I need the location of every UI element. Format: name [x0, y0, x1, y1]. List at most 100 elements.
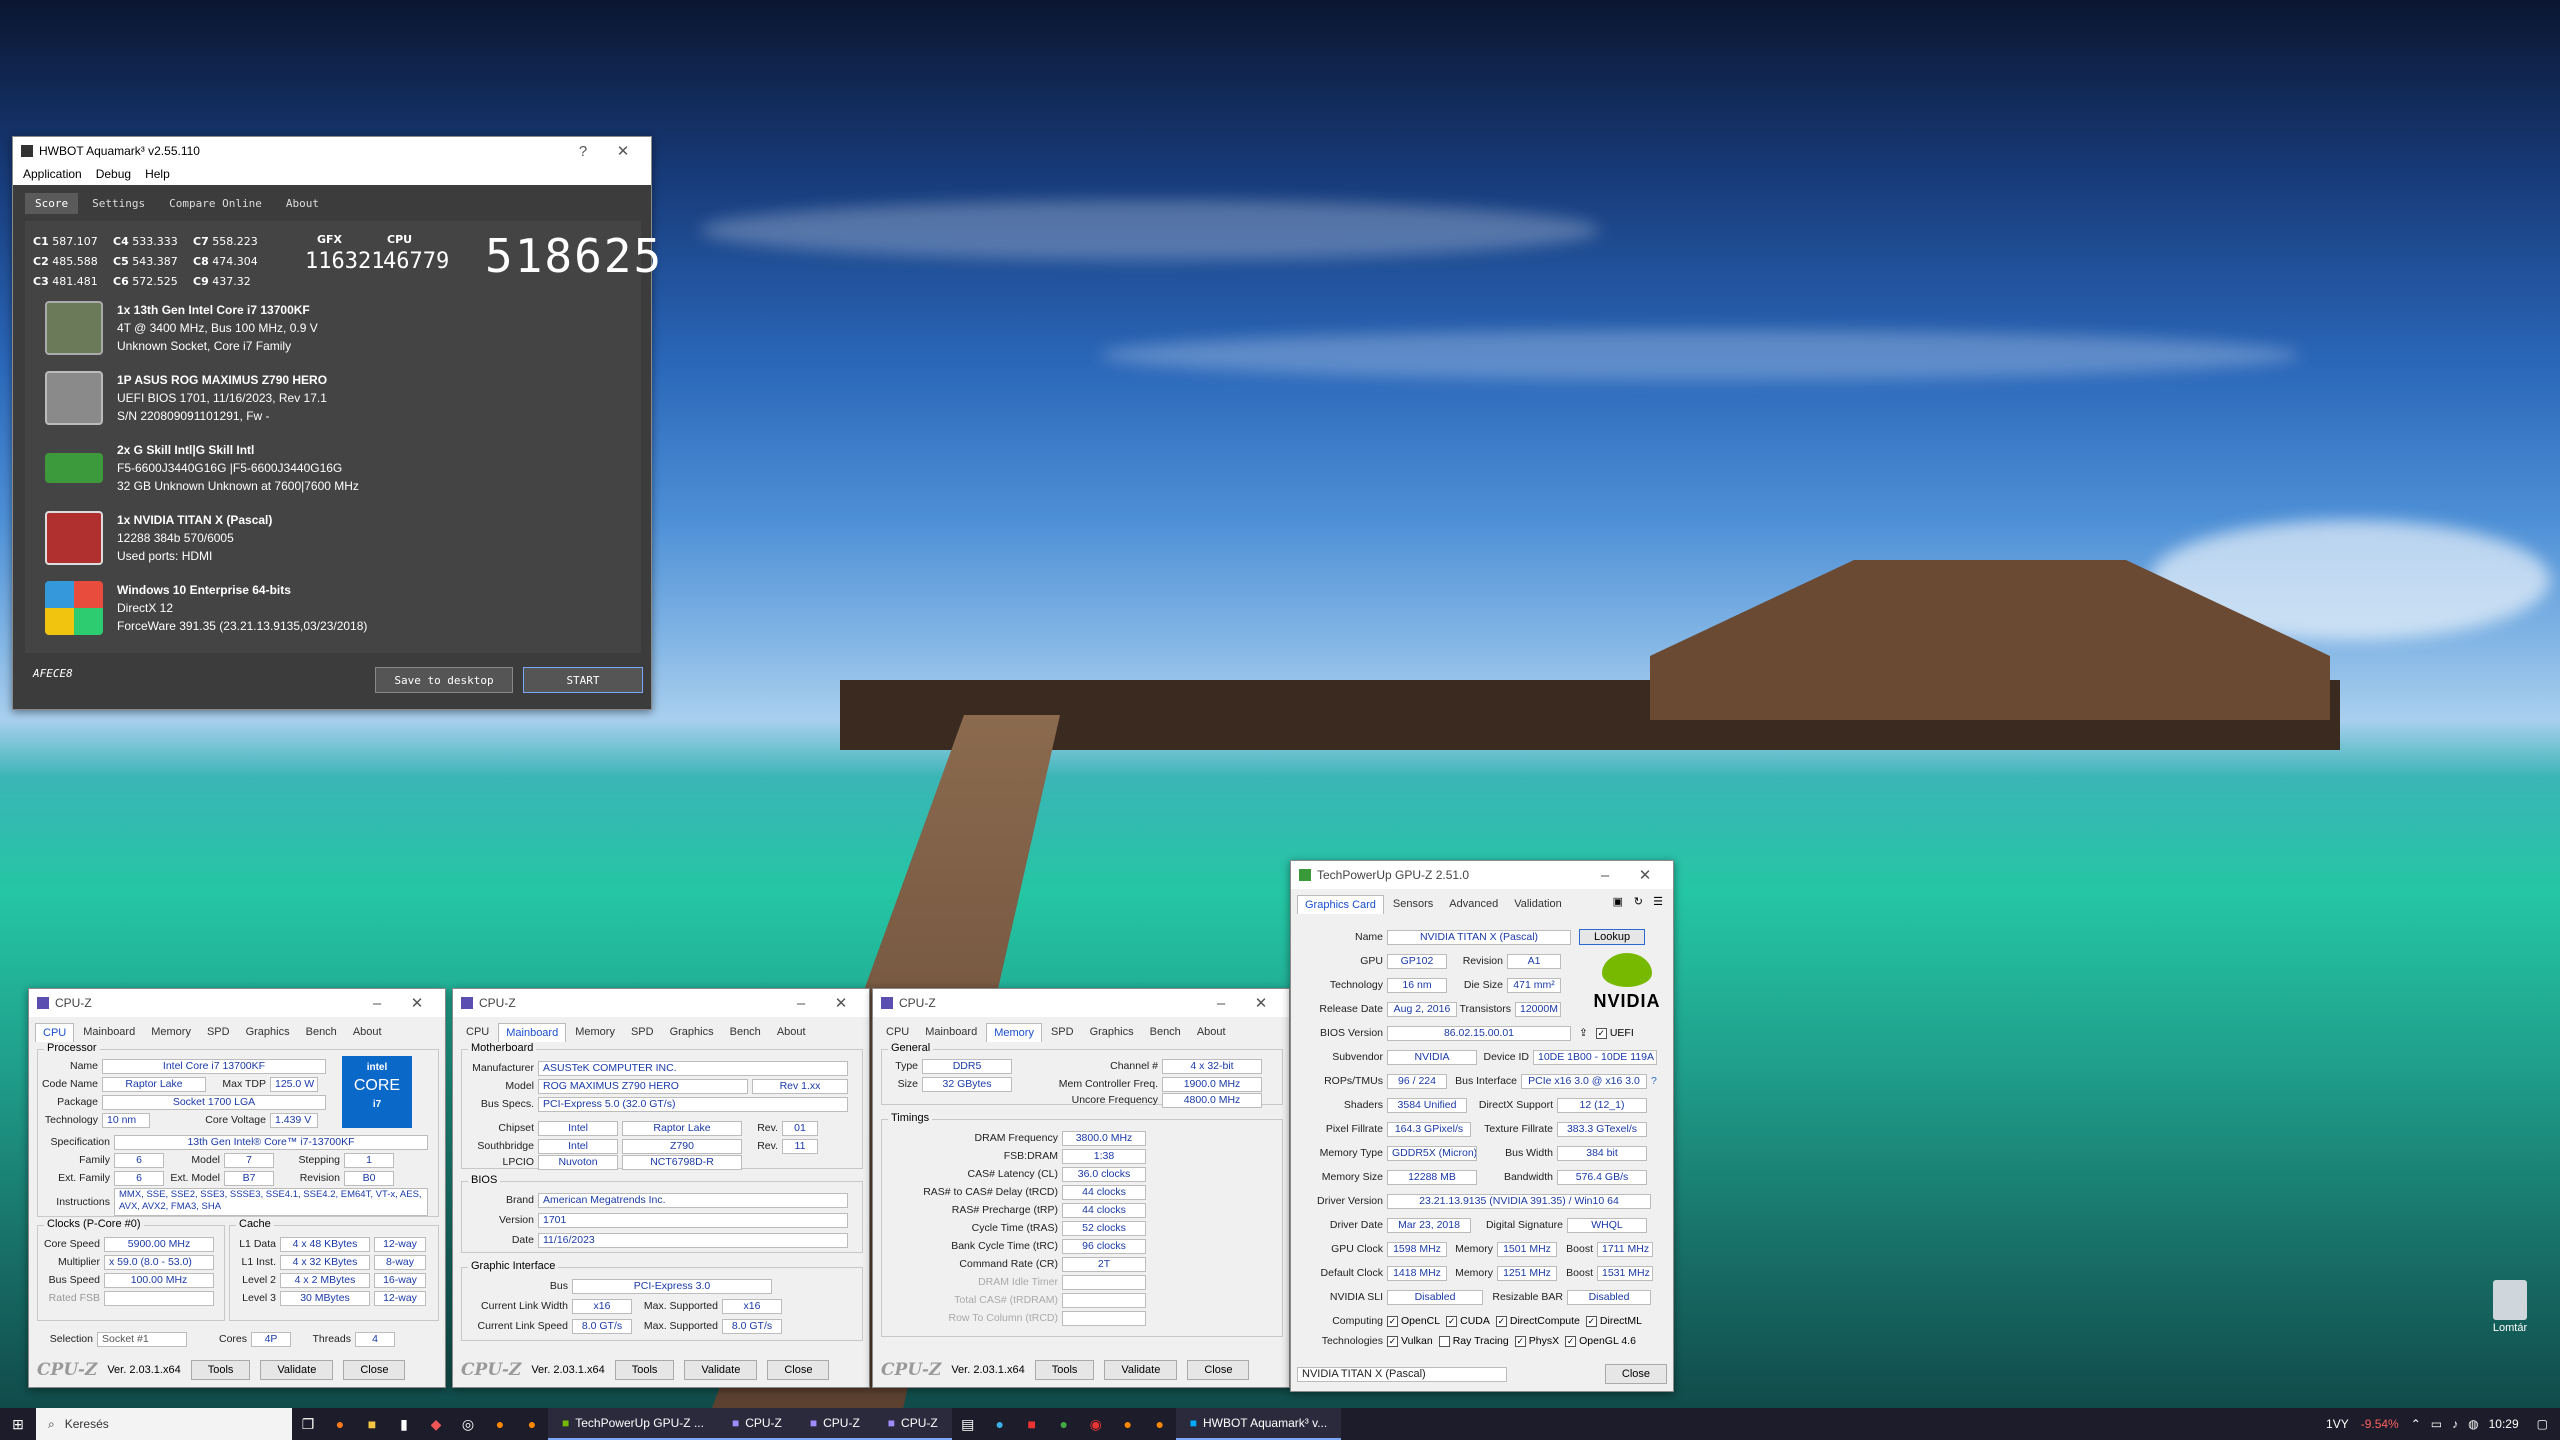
close-button[interactable]: ✕ [1241, 994, 1281, 1012]
tab-about[interactable]: About [346, 1023, 389, 1042]
gpuz-titlebar[interactable]: TechPowerUp GPU-Z 2.51.0 – ✕ [1291, 861, 1673, 889]
tab-spd[interactable]: SPD [624, 1023, 661, 1042]
app-icon[interactable]: ● [516, 1408, 548, 1440]
tab-memory[interactable]: Memory [144, 1023, 198, 1042]
edge-icon[interactable]: ● [984, 1408, 1016, 1440]
minimize-button[interactable]: – [357, 995, 397, 1012]
terminal-icon[interactable]: ▮ [388, 1408, 420, 1440]
save-to-desktop-button[interactable]: Save to desktop [375, 667, 513, 693]
tab-memory[interactable]: Memory [986, 1023, 1042, 1042]
tools-button[interactable]: Tools [190, 1360, 251, 1380]
tab-about[interactable]: About [276, 193, 329, 214]
chevron-up-icon[interactable]: ⌃ [2411, 1417, 2421, 1431]
cpuz3-titlebar[interactable]: CPU-Z – ✕ [873, 989, 1289, 1017]
close-button[interactable]: ✕ [397, 994, 437, 1012]
file-explorer-icon[interactable]: ■ [356, 1408, 388, 1440]
taskbar-app-cpuz[interactable]: ■ CPU-Z [873, 1408, 952, 1440]
tab-bench[interactable]: Bench [1143, 1023, 1188, 1042]
app-icon[interactable]: ■ [1016, 1408, 1048, 1440]
close-button[interactable]: Close [1187, 1360, 1250, 1380]
notification-icon[interactable]: ▢ [2537, 1417, 2548, 1431]
aquamark-window[interactable]: HWBOT Aquamark³ v2.55.110 ? ✕ Applicatio… [12, 136, 661, 710]
tab-about[interactable]: About [1190, 1023, 1233, 1042]
close-button[interactable]: Close [767, 1360, 830, 1380]
app-icon[interactable]: ● [1144, 1408, 1176, 1440]
cpuz-memory-window[interactable]: CPU-Z – ✕ CPU Mainboard Memory SPD Graph… [872, 988, 1290, 1388]
tab-mainboard[interactable]: Mainboard [498, 1023, 567, 1042]
tab-mainboard[interactable]: Mainboard [918, 1023, 984, 1042]
close-button[interactable]: Close [343, 1360, 406, 1380]
task-view-icon[interactable]: ❐ [292, 1408, 324, 1440]
app-icon[interactable]: ● [484, 1408, 516, 1440]
tab-sensors[interactable]: Sensors [1386, 895, 1440, 914]
tab-memory[interactable]: Memory [568, 1023, 622, 1042]
cpuz-mainboard-window[interactable]: CPU-Z – ✕ CPU Mainboard Memory SPD Graph… [452, 988, 870, 1388]
gpuz-close-button[interactable]: Close [1604, 1364, 1667, 1384]
app-icon[interactable]: ◉ [1080, 1408, 1112, 1440]
camera-icon[interactable]: ▣ [1613, 895, 1623, 908]
tab-cpu[interactable]: CPU [879, 1023, 916, 1042]
app-icon[interactable]: ● [1048, 1408, 1080, 1440]
start-button[interactable]: START [523, 667, 643, 693]
recycle-bin-icon[interactable]: Lomtár [2480, 1280, 2540, 1340]
tab-compare-online[interactable]: Compare Online [159, 193, 272, 214]
volume-icon[interactable]: ♪ [2452, 1417, 2458, 1431]
globe-icon[interactable]: ◍ [2468, 1417, 2478, 1431]
app-icon[interactable]: ◆ [420, 1408, 452, 1440]
tab-settings[interactable]: Settings [82, 193, 155, 214]
close-button[interactable]: ✕ [603, 142, 643, 160]
minimize-button[interactable]: – [1201, 995, 1241, 1012]
taskbar-app-aquamark[interactable]: ■ HWBOT Aquamark³ v... [1175, 1408, 1342, 1440]
tab-mainboard[interactable]: Mainboard [76, 1023, 142, 1042]
tab-cpu[interactable]: CPU [459, 1023, 496, 1042]
taskbar-app-cpuz[interactable]: ■ CPU-Z [795, 1408, 874, 1440]
language-indicator[interactable]: 1VY [2326, 1417, 2349, 1431]
share-icon[interactable]: ⇪ [1579, 1027, 1588, 1039]
network-icon[interactable]: ▭ [2431, 1417, 2442, 1431]
app-icon[interactable]: ▤ [952, 1408, 984, 1440]
lookup-button[interactable]: Lookup [1579, 929, 1646, 945]
tab-graphics[interactable]: Graphics [1083, 1023, 1141, 1042]
menu-icon[interactable]: ☰ [1653, 895, 1663, 908]
cpuz2-titlebar[interactable]: CPU-Z – ✕ [453, 989, 869, 1017]
tab-graphics[interactable]: Graphics [663, 1023, 721, 1042]
tab-spd[interactable]: SPD [1044, 1023, 1081, 1042]
cpuz-cpu-window[interactable]: CPU-Z – ✕ CPU Mainboard Memory SPD Graph… [28, 988, 446, 1388]
taskbar-app-gpuz[interactable]: ■ TechPowerUp GPU-Z ... [548, 1408, 718, 1440]
validate-button[interactable]: Validate [1104, 1360, 1178, 1380]
socket-select[interactable]: Socket #1 [97, 1331, 187, 1347]
tab-cpu[interactable]: CPU [35, 1023, 75, 1042]
cpuz1-titlebar[interactable]: CPU-Z – ✕ [29, 989, 445, 1017]
tab-about[interactable]: About [770, 1023, 813, 1042]
tab-advanced[interactable]: Advanced [1442, 895, 1505, 914]
tab-validation[interactable]: Validation [1507, 895, 1569, 914]
close-button[interactable]: ✕ [1625, 866, 1665, 884]
tab-bench[interactable]: Bench [299, 1023, 344, 1042]
app-icon[interactable]: ● [1112, 1408, 1144, 1440]
uefi-checkbox[interactable]: ✓ [1595, 1027, 1607, 1039]
tab-bench[interactable]: Bench [723, 1023, 768, 1042]
firefox-icon[interactable]: ● [324, 1408, 356, 1440]
question-icon[interactable]: ? [1651, 1075, 1657, 1087]
windows-start-icon[interactable]: ⊞ [0, 1408, 36, 1440]
close-button[interactable]: ✕ [821, 994, 861, 1012]
minimize-button[interactable]: – [1585, 867, 1625, 884]
clock[interactable]: 10:29 [2489, 1417, 2519, 1431]
tab-spd[interactable]: SPD [200, 1023, 237, 1042]
tab-graphics[interactable]: Graphics [239, 1023, 297, 1042]
tools-button[interactable]: Tools [614, 1360, 675, 1380]
tab-score[interactable]: Score [25, 193, 79, 214]
gpuz-window[interactable]: TechPowerUp GPU-Z 2.51.0 – ✕ Graphics Ca… [1290, 860, 1674, 1392]
menu-help[interactable]: Help [145, 167, 170, 183]
tools-button[interactable]: Tools [1034, 1360, 1095, 1380]
validate-button[interactable]: Validate [260, 1360, 334, 1380]
menu-debug[interactable]: Debug [96, 167, 131, 183]
menu-application[interactable]: Application [23, 167, 82, 183]
taskbar-search[interactable]: ⌕ Keresés [36, 1408, 292, 1440]
help-button[interactable]: ? [563, 143, 603, 160]
aquamark-titlebar[interactable]: HWBOT Aquamark³ v2.55.110 ? ✕ [13, 137, 651, 165]
tab-graphics-card[interactable]: Graphics Card [1297, 895, 1384, 914]
taskbar-app-cpuz[interactable]: ■ CPU-Z [717, 1408, 796, 1440]
validate-button[interactable]: Validate [684, 1360, 758, 1380]
gpu-select-dropdown[interactable]: NVIDIA TITAN X (Pascal) [1297, 1366, 1507, 1382]
